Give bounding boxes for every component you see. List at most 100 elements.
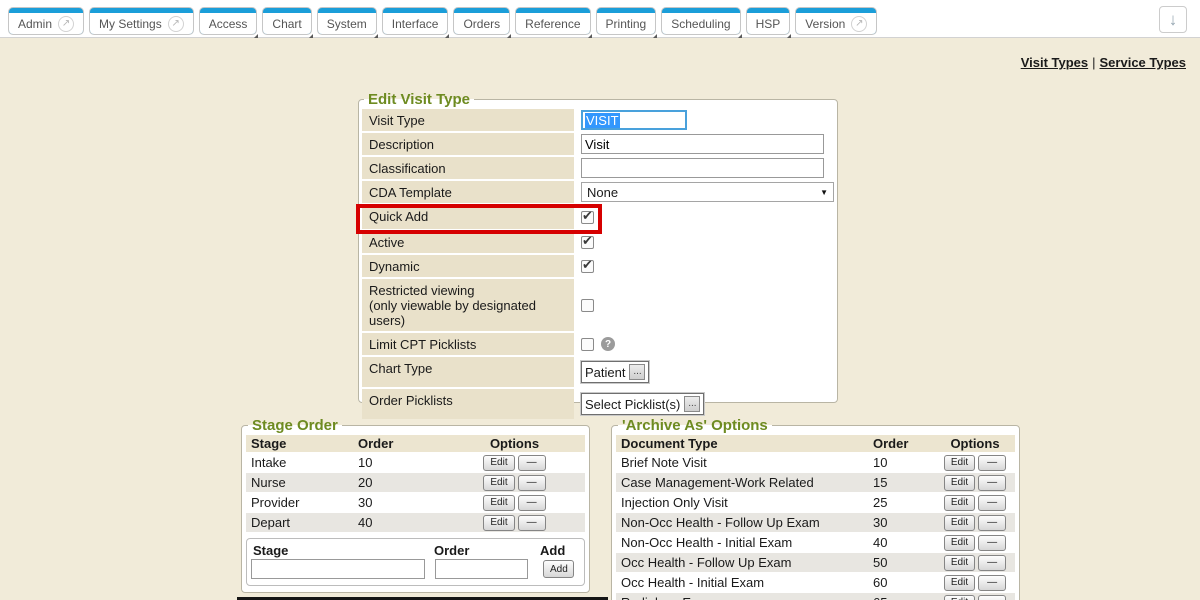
external-link-icon[interactable]: ↗ bbox=[851, 16, 867, 32]
tab-printing[interactable]: Printing bbox=[596, 7, 657, 35]
edit-button[interactable]: Edit bbox=[483, 475, 514, 491]
tab-chart-label: Chart bbox=[272, 17, 301, 31]
tab-interface[interactable]: Interface bbox=[382, 7, 449, 35]
archive-as-panel: 'Archive As' Options Document Type Order… bbox=[611, 417, 1020, 600]
edit-button[interactable]: Edit bbox=[944, 555, 975, 571]
edit-button[interactable]: Edit bbox=[944, 455, 975, 471]
order-picklists-browse-button[interactable]: ... bbox=[684, 396, 700, 412]
tab-hsp-label: HSP bbox=[756, 17, 781, 31]
tab-orders[interactable]: Orders bbox=[453, 7, 510, 35]
edit-button[interactable]: Edit bbox=[944, 475, 975, 491]
tab-system-label: System bbox=[327, 17, 367, 31]
order-cell: 65 bbox=[873, 595, 935, 600]
archive-as-legend: 'Archive As' Options bbox=[618, 417, 772, 434]
selected-text: VISIT bbox=[585, 113, 620, 128]
remove-button[interactable]: — bbox=[978, 535, 1006, 551]
down-arrow-icon: ↓ bbox=[1169, 11, 1178, 28]
tab-my-settings[interactable]: My Settings ↗ bbox=[89, 7, 194, 35]
order-picklists-picker: Select Picklist(s)... bbox=[581, 393, 704, 415]
edit-button[interactable]: Edit bbox=[483, 515, 514, 531]
tab-printing-label: Printing bbox=[606, 17, 647, 31]
restricted-viewing-label: Restricted viewing(only viewable by desi… bbox=[362, 279, 574, 331]
classification-input[interactable] bbox=[581, 158, 824, 178]
visit-type-input[interactable]: VISIT bbox=[581, 110, 687, 130]
edit-button[interactable]: Edit bbox=[483, 455, 514, 471]
download-button[interactable]: ↓ bbox=[1159, 6, 1187, 33]
document-type-cell: Non-Occ Health - Follow Up Exam bbox=[616, 515, 873, 530]
chart-type-value: Patient bbox=[585, 365, 625, 380]
form-row-chart-type: Chart Type Patient... bbox=[362, 357, 834, 387]
chart-type-browse-button[interactable]: ... bbox=[629, 364, 645, 380]
table-row: Occ Health - Initial Exam 60 Edit— bbox=[616, 573, 1015, 593]
table-row: Case Management-Work Related 15 Edit— bbox=[616, 473, 1015, 493]
remove-button[interactable]: — bbox=[518, 455, 546, 471]
service-types-link[interactable]: Service Types bbox=[1100, 55, 1186, 70]
remove-button[interactable]: — bbox=[978, 495, 1006, 511]
remove-button[interactable]: — bbox=[518, 475, 546, 491]
add-stage-box: Stage Order Add Add bbox=[246, 538, 585, 586]
tab-hsp[interactable]: HSP bbox=[746, 7, 791, 35]
document-type-header: Document Type bbox=[616, 436, 873, 451]
table-row: Brief Note Visit 10 Edit— bbox=[616, 453, 1015, 473]
form-row-active: Active bbox=[362, 231, 834, 253]
restricted-viewing-checkbox[interactable] bbox=[581, 299, 594, 312]
form-row-limit-cpt: Limit CPT Picklists ? bbox=[362, 333, 834, 355]
chart-type-picker: Patient... bbox=[581, 361, 649, 383]
tab-admin[interactable]: Admin↗ bbox=[8, 7, 84, 35]
table-row: Occ Health - Follow Up Exam 50 Edit— bbox=[616, 553, 1015, 573]
cda-template-label: CDA Template bbox=[362, 181, 574, 203]
tab-my-settings-label: My Settings bbox=[99, 17, 162, 31]
tab-access[interactable]: Access bbox=[199, 7, 258, 35]
tab-system[interactable]: System bbox=[317, 7, 377, 35]
order-header: Order bbox=[873, 436, 935, 451]
order-cell: 60 bbox=[873, 575, 935, 590]
order-cell: 10 bbox=[358, 455, 444, 470]
page-mode-links: Visit Types|Service Types bbox=[1021, 55, 1186, 70]
help-question-icon[interactable]: ? bbox=[601, 337, 615, 351]
edit-button[interactable]: Edit bbox=[944, 515, 975, 531]
dynamic-checkbox[interactable] bbox=[581, 260, 594, 273]
remove-button[interactable]: — bbox=[518, 495, 546, 511]
remove-button[interactable]: — bbox=[518, 515, 546, 531]
edit-button[interactable]: Edit bbox=[483, 495, 514, 511]
table-row: Nurse 20 Edit— bbox=[246, 473, 585, 493]
active-checkbox[interactable] bbox=[581, 236, 594, 249]
edit-button[interactable]: Edit bbox=[944, 595, 975, 600]
edit-visit-type-legend: Edit Visit Type bbox=[364, 91, 474, 108]
tab-scheduling[interactable]: Scheduling bbox=[661, 7, 740, 35]
edit-button[interactable]: Edit bbox=[944, 535, 975, 551]
description-input[interactable] bbox=[581, 134, 824, 154]
visit-types-link[interactable]: Visit Types bbox=[1021, 55, 1088, 70]
edit-button[interactable]: Edit bbox=[944, 495, 975, 511]
document-type-cell: Non-Occ Health - Initial Exam bbox=[616, 535, 873, 550]
order-cell: 50 bbox=[873, 555, 935, 570]
limit-cpt-checkbox[interactable] bbox=[581, 338, 594, 351]
document-type-cell: Occ Health - Follow Up Exam bbox=[616, 555, 873, 570]
remove-button[interactable]: — bbox=[978, 555, 1006, 571]
remove-button[interactable]: — bbox=[978, 515, 1006, 531]
new-order-input[interactable] bbox=[435, 559, 528, 579]
external-link-icon[interactable]: ↗ bbox=[168, 16, 184, 32]
remove-button[interactable]: — bbox=[978, 575, 1006, 591]
tab-version[interactable]: Version↗ bbox=[795, 7, 877, 35]
edit-button[interactable]: Edit bbox=[944, 575, 975, 591]
add-stage-button[interactable]: Add bbox=[543, 560, 574, 578]
tab-interface-label: Interface bbox=[392, 17, 439, 31]
remove-button[interactable]: — bbox=[978, 475, 1006, 491]
cda-template-select[interactable]: None▼ bbox=[581, 182, 834, 202]
form-row-restricted-viewing: Restricted viewing(only viewable by desi… bbox=[362, 279, 834, 331]
remove-button[interactable]: — bbox=[978, 595, 1006, 600]
table-row: Provider 30 Edit— bbox=[246, 493, 585, 513]
external-link-icon[interactable]: ↗ bbox=[58, 16, 74, 32]
new-stage-input[interactable] bbox=[251, 559, 425, 579]
table-row: Radiology Exam 65 Edit— bbox=[616, 593, 1015, 600]
tab-chart[interactable]: Chart bbox=[262, 7, 311, 35]
order-picklists-value: Select Picklist(s) bbox=[585, 397, 680, 412]
restricted-viewing-label-line2: (only viewable by designated users) bbox=[369, 298, 572, 328]
description-label: Description bbox=[362, 133, 574, 155]
tab-reference[interactable]: Reference bbox=[515, 7, 590, 35]
cda-template-value: None bbox=[587, 185, 618, 200]
remove-button[interactable]: — bbox=[978, 455, 1006, 471]
archive-table-header: Document Type Order Options bbox=[616, 435, 1015, 453]
quick-add-checkbox[interactable] bbox=[581, 211, 594, 224]
